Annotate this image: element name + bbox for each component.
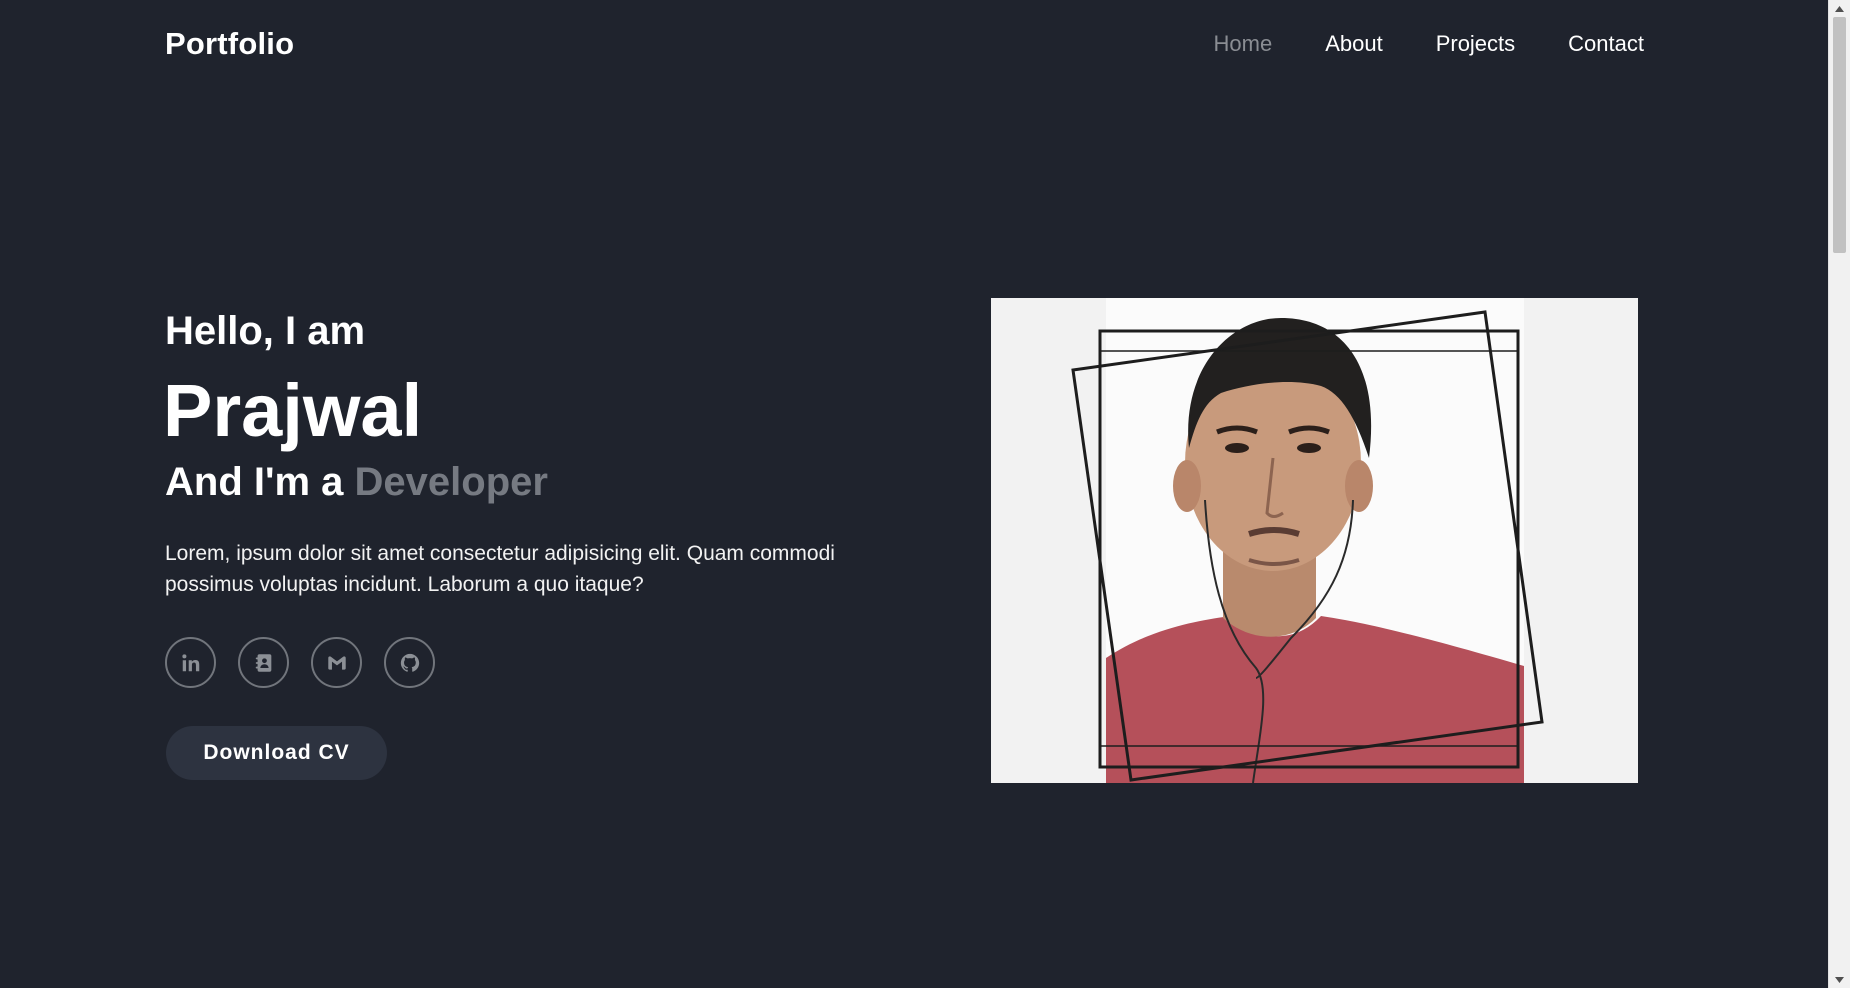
page: Portfolio Home About Projects Contact He…	[0, 0, 1829, 988]
contact-book-icon	[255, 653, 271, 672]
scrollbar-thumb[interactable]	[1833, 17, 1846, 253]
role-prefix: And I'm a	[165, 460, 344, 504]
left-eye	[1225, 443, 1249, 453]
scroll-down-icon[interactable]	[1829, 971, 1850, 988]
right-ear	[1345, 460, 1373, 512]
shirt	[1106, 616, 1524, 783]
github-link[interactable]	[384, 637, 435, 688]
nav-about[interactable]: About	[1325, 31, 1383, 57]
gmail-link[interactable]	[311, 637, 362, 688]
logo[interactable]: Portfolio	[165, 26, 294, 62]
gmail-icon	[327, 655, 346, 670]
scroll-up-icon[interactable]	[1829, 0, 1850, 17]
hero-name: Prajwal	[163, 369, 423, 452]
hero-greeting: Hello, I am	[165, 309, 366, 353]
profile-photo	[991, 298, 1638, 783]
hero-role: And I'm a Developer	[165, 460, 548, 505]
nav-projects[interactable]: Projects	[1436, 31, 1515, 57]
social-links	[165, 637, 435, 688]
linkedin-icon	[181, 653, 199, 671]
main-nav: Home About Projects Contact	[1214, 31, 1645, 57]
github-icon	[400, 653, 419, 672]
nav-home[interactable]: Home	[1214, 31, 1273, 57]
linkedin-link[interactable]	[165, 637, 216, 688]
download-cv-button[interactable]: Download CV	[166, 726, 387, 780]
role-highlight: Developer	[354, 460, 548, 504]
vertical-scrollbar[interactable]	[1828, 0, 1850, 988]
portrait-illustration	[1071, 310, 1544, 783]
contact-link[interactable]	[238, 637, 289, 688]
left-ear	[1173, 460, 1201, 512]
hero-description: Lorem, ipsum dolor sit amet consectetur …	[165, 542, 835, 596]
right-eye	[1297, 443, 1321, 453]
nav-contact[interactable]: Contact	[1568, 31, 1644, 57]
